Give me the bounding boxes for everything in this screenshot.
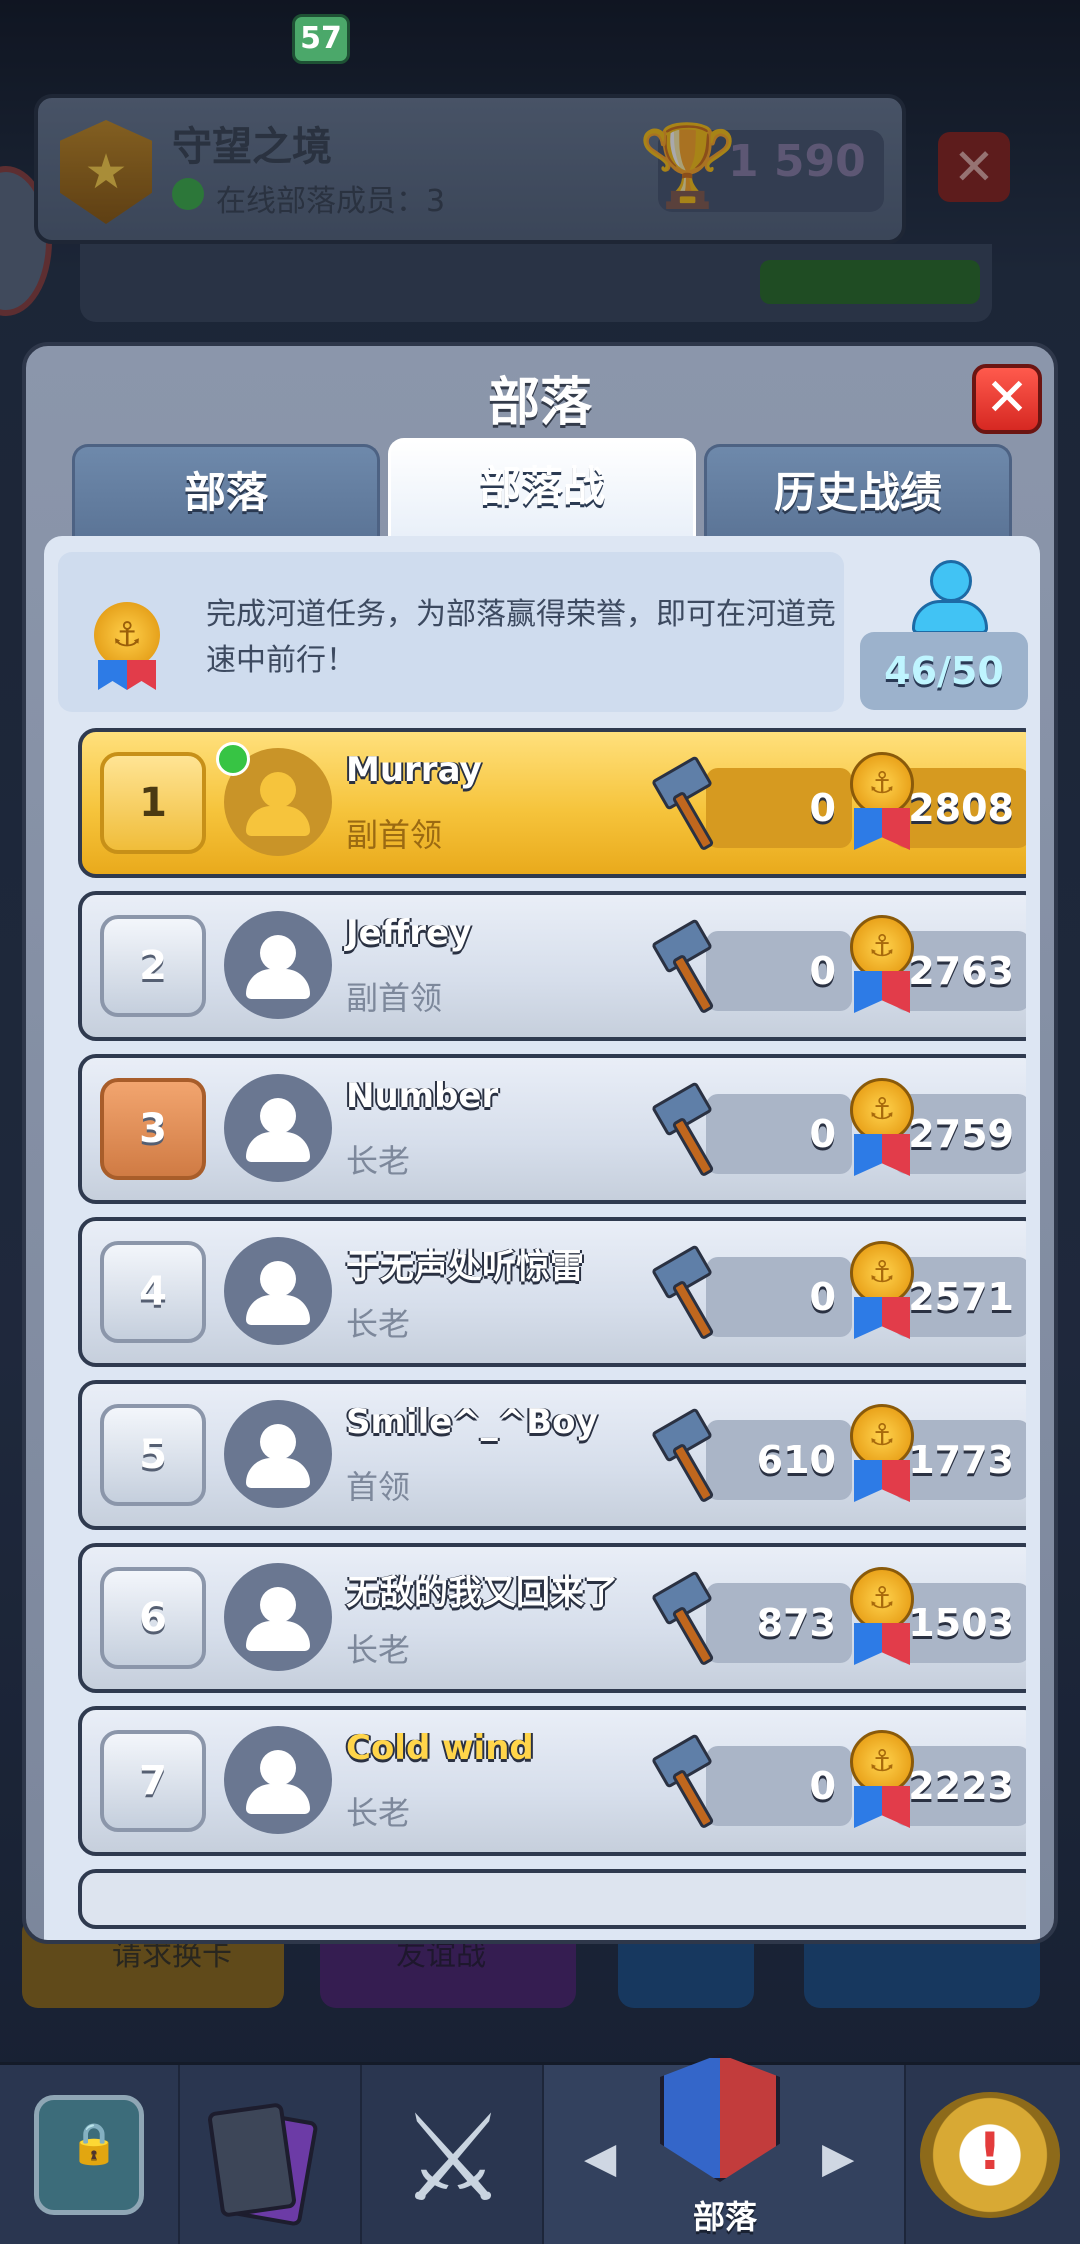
member-row[interactable]: 7 Cold wind 长老 0 2223 ⚓ [78, 1706, 1026, 1856]
nav-cards[interactable] [180, 2065, 362, 2244]
member-role: 首领 [346, 1468, 411, 1506]
arrow-right-icon[interactable]: ▶ [822, 2133, 854, 2182]
member-name: 于无声处听惊雷 [346, 1247, 584, 1287]
battle-icon: ⚔ [399, 2090, 507, 2229]
hammer-icon [650, 1733, 728, 1830]
member-row-partial[interactable] [78, 1869, 1026, 1929]
rank-badge: 1 [100, 752, 206, 854]
member-name: Cold wind [346, 1728, 534, 1768]
member-row[interactable]: 6 无敌的我又回来了 长老 873 1503 ⚓ [78, 1543, 1026, 1693]
member-row[interactable]: 4 于无声处听惊雷 长老 0 2571 ⚓ [78, 1217, 1026, 1367]
member-row[interactable]: 3 Number 长老 0 2759 ⚓ [78, 1054, 1026, 1204]
members-icon [910, 560, 990, 636]
rank-badge: 7 [100, 1730, 206, 1832]
hammer-icon [650, 755, 728, 852]
rank-badge: 2 [100, 915, 206, 1017]
medal-icon: ⚓ [850, 752, 914, 816]
tab-history[interactable]: 历史战绩 [704, 444, 1012, 544]
member-list[interactable]: 1 Murray 副首领 0 2808 ⚓ 2 Jeffrey 副首领 0 27… [58, 728, 1026, 1940]
info-text: 完成河道任务，为部落赢得荣誉，即可在河道竞速中前行！ [206, 597, 836, 678]
avatar [224, 1237, 332, 1345]
info-box: ⚓ 完成河道任务，为部落赢得荣誉，即可在河道竞速中前行！ [58, 552, 844, 712]
hammer-icon [650, 1570, 728, 1667]
hammer-icon [650, 1244, 728, 1341]
cards-badge: 57 [292, 14, 350, 64]
member-name: 无敌的我又回来了 [346, 1573, 618, 1613]
member-name: Smile^_^Boy [346, 1402, 598, 1442]
avatar [224, 911, 332, 1019]
medal-icon: ⚓ [850, 915, 914, 979]
member-role: 长老 [346, 1142, 411, 1180]
hammer-icon [650, 1081, 728, 1178]
nav-battle[interactable]: ⚔ [362, 2065, 544, 2244]
medal-ribbon-icon [98, 660, 156, 690]
war-panel: ⚓ 完成河道任务，为部落赢得荣誉，即可在河道竞速中前行！ 46/50 1 Mur… [44, 536, 1040, 1940]
rank-badge: 5 [100, 1404, 206, 1506]
medal-icon: ⚓ [94, 602, 160, 668]
cards-icon [206, 2102, 324, 2227]
avatar [224, 1074, 332, 1182]
medal-ribbon-icon [854, 1460, 910, 1502]
tab-clan-war[interactable]: 部落战 [388, 438, 696, 548]
medal-ribbon-icon [854, 1134, 910, 1176]
bottom-nav: ⚔ ◀ ▶ [0, 2062, 1080, 2244]
chest-icon [34, 2095, 144, 2215]
medal-icon: ⚓ [850, 1730, 914, 1794]
nav-shop[interactable] [0, 2065, 180, 2244]
hammer-icon [650, 1407, 728, 1504]
avatar [224, 1563, 332, 1671]
medal-ribbon-icon [854, 971, 910, 1013]
members-count[interactable]: 46/50 [860, 632, 1028, 710]
hammer-icon [650, 918, 728, 1015]
member-row[interactable]: 2 Jeffrey 副首领 0 2763 ⚓ [78, 891, 1026, 1041]
medal-ribbon-icon [854, 1623, 910, 1665]
avatar [224, 1726, 332, 1834]
events-icon[interactable] [920, 2092, 1060, 2218]
medal-icon: ⚓ [850, 1078, 914, 1142]
member-name: Number [346, 1076, 499, 1116]
rank-badge: 6 [100, 1567, 206, 1669]
online-indicator-icon [216, 742, 250, 776]
arrow-left-icon[interactable]: ◀ [584, 2133, 616, 2182]
member-role: 长老 [346, 1794, 411, 1832]
member-name: Murray [346, 750, 482, 790]
avatar [224, 1400, 332, 1508]
medal-icon: ⚓ [850, 1567, 914, 1631]
modal-close-button[interactable]: ✕ [972, 364, 1042, 434]
rank-badge: 4 [100, 1241, 206, 1343]
medal-icon: ⚓ [850, 1241, 914, 1305]
rank-badge: 3 [100, 1078, 206, 1180]
member-role: 长老 [346, 1631, 411, 1669]
member-row[interactable]: 5 Smile^_^Boy 首领 610 1773 ⚓ [78, 1380, 1026, 1530]
member-role: 长老 [346, 1305, 411, 1343]
medal-icon: ⚓ [850, 1404, 914, 1468]
clan-modal: 部落 ✕ 部落 部落战 历史战绩 ⚓ 完成河道任务，为部落赢得荣誉，即可在河道竞… [22, 342, 1058, 1944]
member-role: 副首领 [346, 979, 443, 1017]
medal-ribbon-icon [854, 1786, 910, 1828]
member-row[interactable]: 1 Murray 副首领 0 2808 ⚓ [78, 728, 1026, 878]
medal-ribbon-icon [854, 808, 910, 850]
tab-clan[interactable]: 部落 [72, 444, 380, 544]
modal-title: 部落 [487, 373, 592, 433]
member-name: Jeffrey [346, 913, 472, 953]
medal-ribbon-icon [854, 1297, 910, 1339]
member-role: 副首领 [346, 816, 443, 854]
nav-clan-label: 部落 [692, 2198, 757, 2236]
